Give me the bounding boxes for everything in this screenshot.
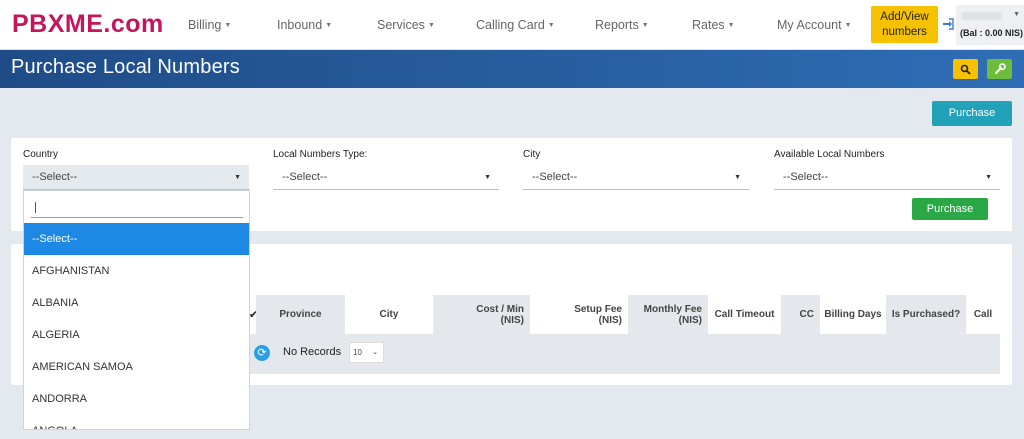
col-monthly-fee[interactable]: Monthly Fee (NIS) (628, 295, 708, 334)
col-cost-min[interactable]: Cost / Min (NIS) (433, 295, 530, 334)
caret-down-icon: ▼ (641, 22, 649, 29)
col-call[interactable]: Call (966, 295, 1000, 334)
col-province[interactable]: Province (256, 295, 345, 334)
account-menu[interactable]: ▼ (Bal : 0.00 NIS) (956, 5, 1024, 45)
dropdown-option[interactable]: ANGOLA (24, 415, 249, 429)
no-records-label: No Records (283, 346, 342, 358)
dropdown-option[interactable]: AMERICAN SAMOA (24, 351, 249, 383)
col-call-timeout[interactable]: Call Timeout (708, 295, 781, 334)
dropdown-option[interactable]: AFGHANISTAN (24, 255, 249, 287)
nav-services[interactable]: Services ▼ (377, 0, 435, 50)
dropdown-option[interactable]: ALBANIA (24, 287, 249, 319)
city-select[interactable]: --Select-- ▼ (523, 165, 749, 190)
page-size-select[interactable]: 10 ⌄ (349, 342, 384, 363)
text-cursor (35, 202, 36, 213)
caret-down-icon: ▼ (427, 22, 435, 29)
available-numbers-select[interactable]: --Select-- ▼ (774, 165, 1000, 190)
balance-label: (Bal : 0.00 NIS) (960, 28, 1024, 38)
col-cc[interactable]: CC (781, 295, 820, 334)
col-billing-days[interactable]: Billing Days (820, 295, 886, 334)
caret-down-icon: ▼ (484, 174, 491, 181)
caret-down-icon: ▼ (985, 174, 992, 181)
nav-billing[interactable]: Billing ▼ (188, 0, 231, 50)
add-view-numbers-button[interactable]: Add/View numbers (871, 6, 938, 43)
logo[interactable]: PBXME.com (12, 9, 164, 39)
caret-down-icon: ▼ (325, 22, 333, 29)
chevron-down-icon: ⌄ (372, 349, 378, 356)
nav-calling-card[interactable]: Calling Card ▼ (476, 0, 555, 50)
country-dropdown: --Select-- AFGHANISTAN ALBANIA ALGERIA A… (23, 190, 250, 430)
dropdown-option[interactable]: ALGERIA (24, 319, 249, 351)
account-name-redacted (962, 12, 1002, 20)
caret-down-icon: ▼ (844, 22, 852, 29)
dropdown-search-input[interactable] (31, 198, 243, 218)
caret-down-icon: ▼ (727, 22, 735, 29)
caret-down-icon: ▼ (1013, 11, 1020, 18)
local-numbers-type-select[interactable]: --Select-- ▼ (273, 165, 499, 190)
nav-reports[interactable]: Reports ▼ (595, 0, 649, 50)
refresh-icon[interactable]: ⟳ (254, 345, 270, 361)
country-label: Country (23, 149, 59, 160)
caret-down-icon: ▼ (224, 22, 232, 29)
local-numbers-type-label: Local Numbers Type: (273, 149, 368, 160)
page-title: Purchase Local Numbers (11, 56, 240, 78)
search-button[interactable] (953, 59, 978, 79)
city-label: City (523, 149, 541, 160)
col-setup-fee[interactable]: Setup Fee (NIS) (530, 295, 628, 334)
nav-inbound[interactable]: Inbound ▼ (277, 0, 332, 50)
purchase-button[interactable]: Purchase (912, 198, 988, 220)
nav-rates[interactable]: Rates ▼ (692, 0, 735, 50)
purchase-top-button[interactable]: Purchase (932, 101, 1012, 126)
top-navbar: PBXME.com Billing ▼ Inbound ▼ Services ▼ Ca… (0, 0, 1024, 50)
col-city[interactable]: City (345, 295, 433, 334)
page-header: Purchase Local Numbers (0, 50, 1024, 88)
search-icon (960, 64, 971, 75)
wrench-icon (994, 63, 1006, 75)
caret-down-icon: ▼ (734, 174, 741, 181)
country-select[interactable]: --Select-- ▼ (23, 165, 249, 190)
settings-button[interactable] (987, 59, 1012, 79)
dropdown-option[interactable]: ANDORRA (24, 383, 249, 415)
col-is-purchased[interactable]: Is Purchased? (886, 295, 966, 334)
dropdown-option[interactable]: --Select-- (24, 223, 249, 255)
caret-down-icon: ▼ (547, 22, 555, 29)
available-numbers-label: Available Local Numbers (774, 149, 885, 160)
nav-my-account[interactable]: My Account ▼ (777, 0, 852, 50)
sign-in-icon (942, 18, 954, 30)
caret-down-icon: ▼ (234, 174, 241, 181)
